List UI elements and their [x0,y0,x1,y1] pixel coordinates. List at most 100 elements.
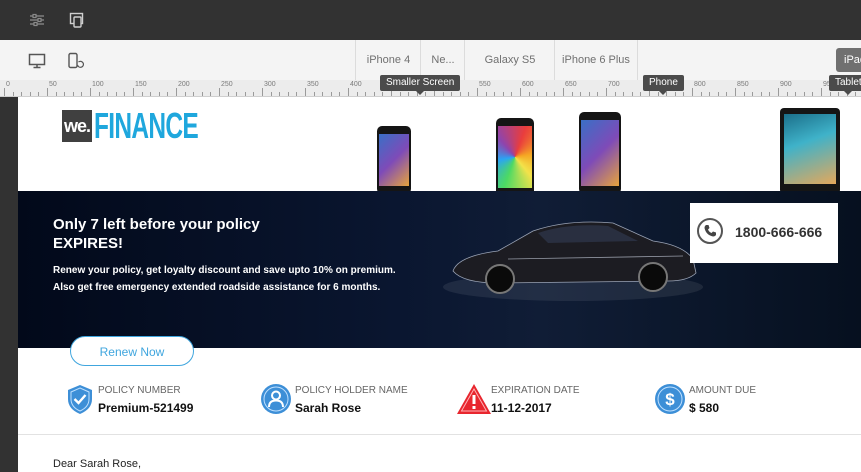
ruler-minor-tick [158,92,160,96]
mobile-rotate-icon[interactable] [66,52,85,70]
renew-now-button[interactable]: Renew Now [70,336,194,366]
ruler-minor-tick [55,92,57,96]
ruler-minor-tick [296,92,298,96]
ruler-minor-tick [408,92,410,96]
ruler-minor-tick [201,92,203,96]
ruler-minor-tick [451,92,453,96]
ruler-minor-tick [571,92,573,96]
ruler-label: 300 [264,81,276,88]
amount-due-value: $ 580 [689,401,720,415]
ruler-minor-tick [64,92,66,96]
ruler-minor-tick [382,92,384,96]
logo-finance: FINANCE [94,105,199,146]
ruler-tick [90,88,91,96]
ruler-minor-tick [322,92,324,96]
ruler-minor-tick [373,92,375,96]
desktop-icon[interactable] [28,52,46,70]
ruler-minor-tick [597,92,599,96]
tab-ipad[interactable]: iPad [836,48,861,72]
tooltip-tablet: Tablet [829,75,861,95]
ruler-tick [133,88,134,96]
hero-banner: Only 7 left before your policy EXPIRES! … [18,191,861,348]
tab-nexus[interactable]: Ne... [420,40,465,80]
ruler-label: 700 [608,81,620,88]
ruler-label: 650 [565,81,577,88]
phone-icon [697,218,723,244]
ruler-label: 250 [221,81,233,88]
ruler-minor-tick [614,92,616,96]
ruler-minor-tick [838,92,840,96]
sliders-icon[interactable] [29,12,45,28]
ruler-minor-tick [640,92,642,96]
ruler-minor-tick [700,92,702,96]
ruler-minor-tick [115,92,117,96]
ruler-minor-tick [511,92,513,96]
dollar-icon: $ [654,383,686,415]
ruler-tick [563,88,564,96]
ruler-tick [692,88,693,96]
ruler-minor-tick [193,92,195,96]
tooltip-phone: Phone [643,75,684,95]
device-iphone-4[interactable] [377,126,411,194]
ruler-minor-tick [554,92,556,96]
ruler-minor-tick [150,92,152,96]
ruler-minor-tick [528,92,530,96]
ruler-minor-tick [769,92,771,96]
ruler-minor-tick [537,92,539,96]
tab-iphone-6-plus[interactable]: iPhone 6 Plus [554,40,638,80]
ruler-label: 850 [737,81,749,88]
ruler-tick [176,88,177,96]
phone-number-box[interactable]: 1800-666-666 [690,203,838,263]
ruler-minor-tick [580,92,582,96]
ruler-label: 900 [780,81,792,88]
ruler-minor-tick [588,92,590,96]
ruler-label: 0 [6,81,10,88]
ruler-minor-tick [98,92,100,96]
tab-iphone-4[interactable]: iPhone 4 [355,40,421,80]
ruler-minor-tick [399,92,401,96]
tooltip-smaller-screen: Smaller Screen [380,75,461,95]
tab-galaxy-s5[interactable]: Galaxy S5 [464,40,555,80]
hero-body-line-2: Also get free emergency extended roadsid… [53,282,381,293]
device-iphone-6-plus[interactable] [579,112,621,194]
ruler-minor-tick [545,92,547,96]
ruler-tick [735,88,736,96]
ruler-minor-tick [107,92,109,96]
ruler-minor-tick [253,92,255,96]
ruler-minor-tick [760,92,762,96]
ruler-minor-tick [356,92,358,96]
phone-number: 1800-666-666 [735,224,823,240]
ruler-tick [778,88,779,96]
greeting: Dear Sarah Rose, [53,458,142,470]
expiration-date-value: 11-12-2017 [491,401,552,415]
hero-body: Renew your policy, get loyalty discount … [53,262,473,296]
ruler-label: 350 [307,81,319,88]
preview-canvas: we. FINANCE Only 7 left before your poli… [18,96,861,472]
ruler-tick [477,88,478,96]
policy-holder-label: POLICY HOLDER NAME [295,385,408,396]
ruler-minor-tick [236,92,238,96]
ruler-minor-tick [468,92,470,96]
device-galaxy-s5[interactable] [496,118,534,196]
top-toolbar [0,0,861,40]
ruler-minor-tick [279,92,281,96]
divider [18,434,861,435]
ruler-minor-tick [829,92,831,96]
ruler-minor-tick [459,92,461,96]
ruler-minor-tick [786,92,788,96]
ruler-tick [4,88,5,96]
responsive-preview-icon[interactable] [69,12,85,28]
ruler-minor-tick [339,92,341,96]
hero-headline: Only 7 left before your policy EXPIRES! [53,216,260,252]
shield-check-icon [64,383,96,415]
ruler-minor-tick [812,92,814,96]
policy-number-value: Premium-521499 [98,401,194,415]
ruler-minor-tick [81,92,83,96]
car-image [443,221,703,301]
ruler-minor-tick [855,92,857,96]
ruler-minor-tick [657,92,659,96]
ruler-minor-tick [683,92,685,96]
device-ipad[interactable] [780,108,840,194]
ruler-minor-tick [803,92,805,96]
ruler-minor-tick [227,92,229,96]
